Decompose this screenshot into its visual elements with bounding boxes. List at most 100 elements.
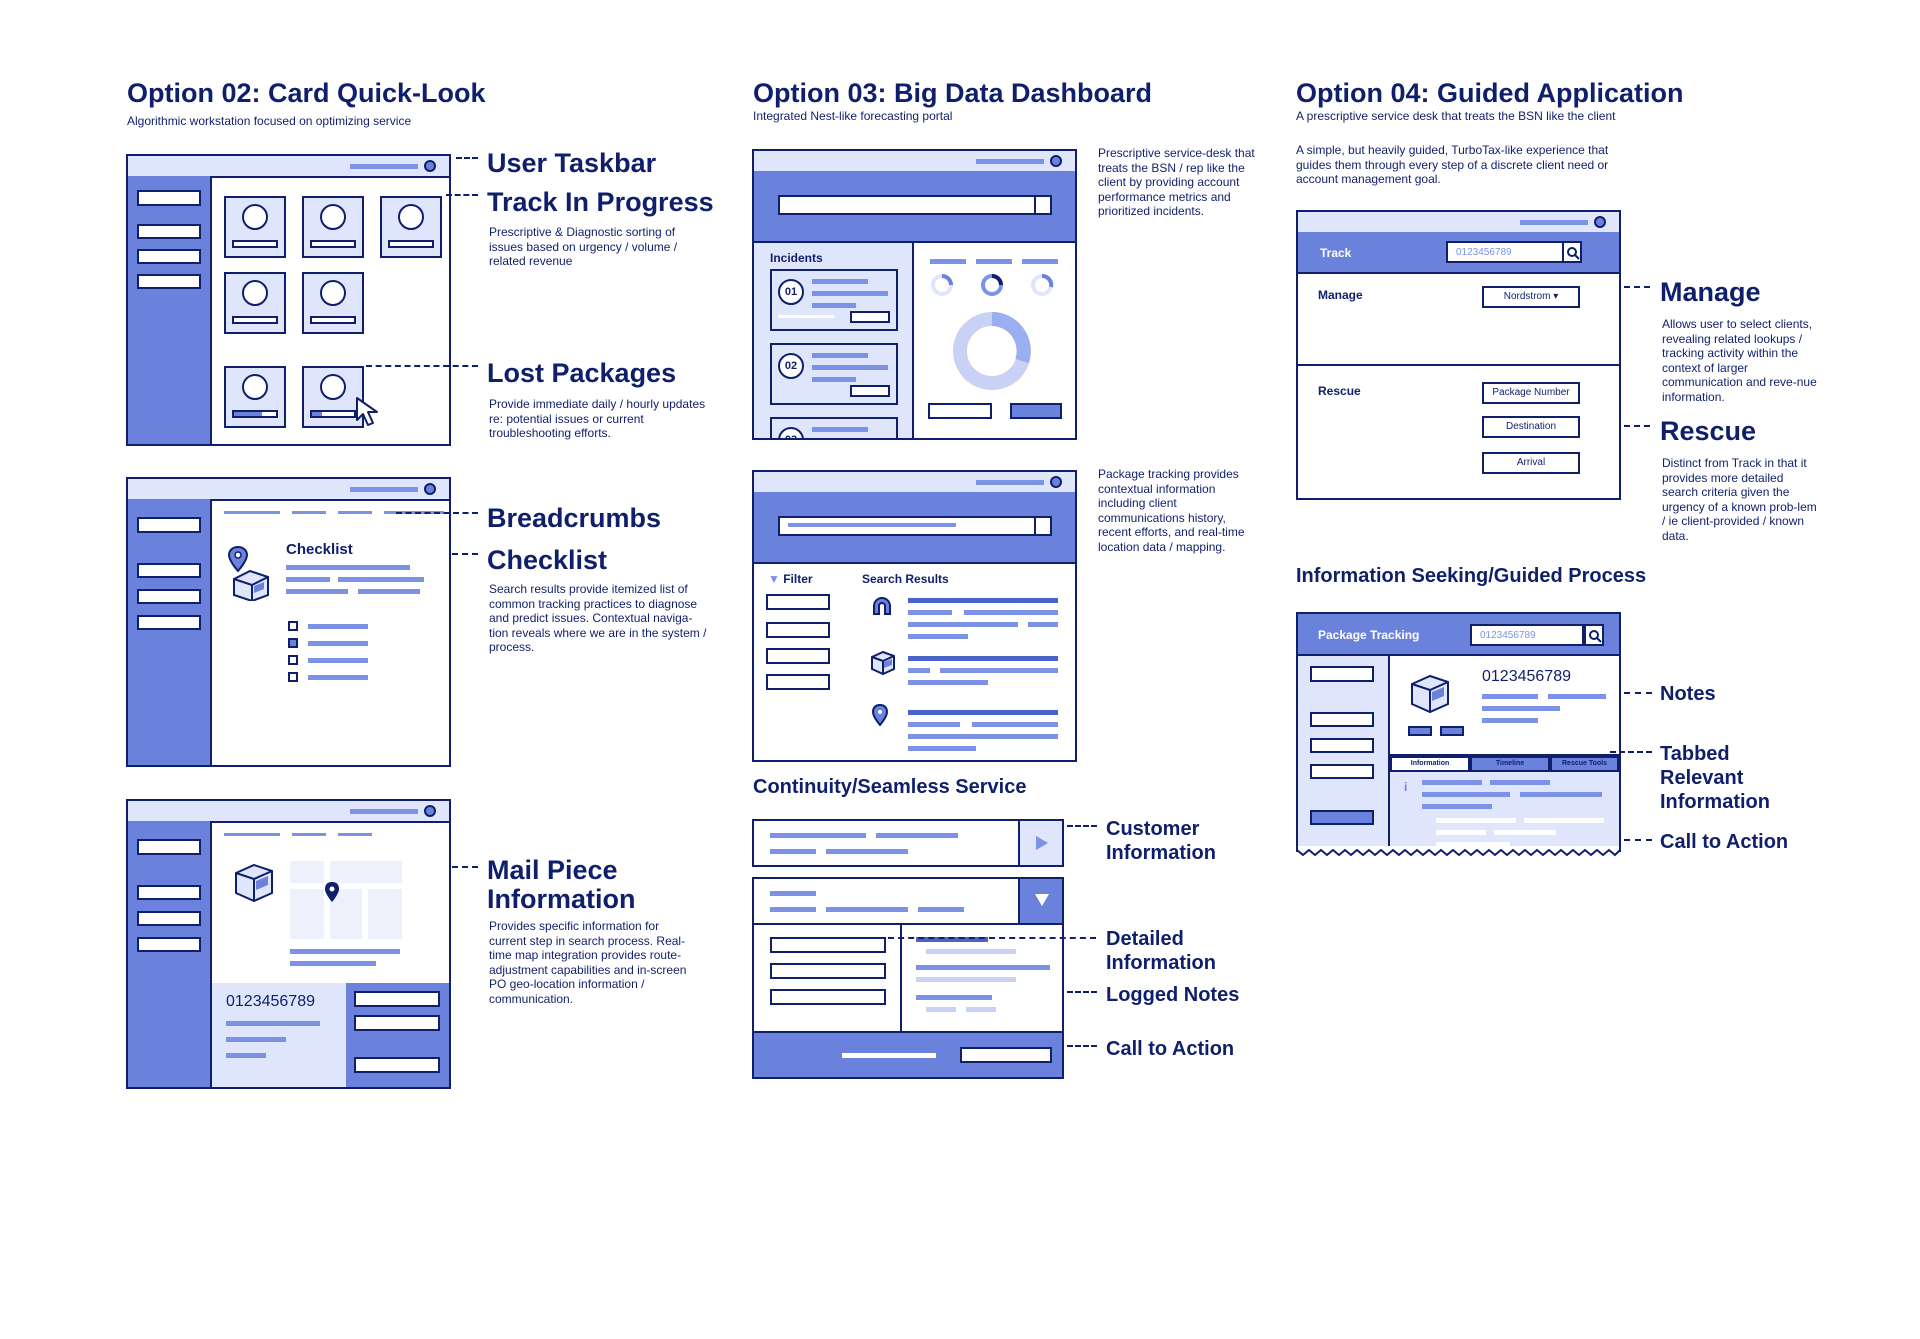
tabbed-info-label: Tabbed Relevant Information (1660, 742, 1770, 814)
connector (396, 512, 478, 514)
route-map[interactable] (290, 861, 402, 939)
package-number-button[interactable]: Package Number (1482, 382, 1580, 404)
incidents-panel: Incidents 01 02 03 (754, 243, 914, 438)
checklist-checkbox[interactable] (288, 638, 298, 648)
sidebar-item[interactable] (1310, 738, 1374, 753)
user-avatar-icon[interactable] (424, 483, 436, 495)
checklist-wireframe: Checklist (126, 477, 451, 767)
tab-rescue-tools[interactable]: Rescue Tools (1550, 756, 1619, 772)
play-icon (1036, 836, 1048, 850)
dashboard-wireframe: Incidents 01 02 03 (752, 149, 1077, 440)
checklist-checkbox[interactable] (288, 621, 298, 631)
dashboard-primary-button[interactable] (1010, 403, 1062, 419)
filter-field[interactable] (766, 594, 830, 610)
incident-card[interactable]: 01 (770, 269, 898, 331)
triangle-down-icon (1035, 894, 1049, 906)
search-button[interactable] (1562, 241, 1582, 263)
option03-desc1: Prescriptive service-desk that treats th… (1098, 146, 1255, 218)
manage-section: Manage Nordstrom ▾ (1298, 274, 1619, 366)
sidebar-item[interactable] (137, 589, 201, 604)
connector (1624, 839, 1652, 841)
tracking-number: 0123456789 (226, 993, 315, 1010)
user-taskbar (128, 479, 449, 501)
package-tracking-bar: Package Tracking 0123456789 (1298, 614, 1619, 656)
expand-button[interactable] (1018, 821, 1062, 865)
rescue-annotation: Rescue (1660, 416, 1757, 446)
arrival-button[interactable]: Arrival (1482, 452, 1580, 474)
checklist-checkbox[interactable] (288, 655, 298, 665)
filter-field[interactable] (766, 622, 830, 638)
sidebar-toggle[interactable] (137, 517, 201, 533)
package-location-icon (228, 545, 269, 601)
sidebar-toggle[interactable] (137, 190, 201, 206)
breadcrumbs-label: Breadcrumbs (487, 503, 662, 533)
lost-package-card[interactable] (224, 366, 286, 428)
track-card[interactable] (380, 196, 442, 258)
collapse-button[interactable] (1018, 879, 1062, 923)
dashboard-button[interactable] (928, 403, 992, 419)
tag-badge[interactable] (1440, 726, 1464, 736)
sidebar-item[interactable] (1310, 764, 1374, 779)
sidebar-item[interactable] (137, 937, 201, 952)
action-button[interactable] (354, 1057, 440, 1073)
incidents-heading: Incidents (770, 251, 823, 265)
guided-heading: Information Seeking/Guided Process (1296, 565, 1647, 587)
sidebar-item[interactable] (137, 615, 201, 630)
call-to-action-button[interactable] (960, 1047, 1052, 1063)
track-search-input[interactable]: 0123456789 (1446, 241, 1574, 263)
package-search-input[interactable]: 0123456789 (1470, 624, 1584, 646)
user-avatar-icon[interactable] (424, 805, 436, 817)
sidebar (1298, 656, 1390, 852)
checklist-desc: Search results provide itemized list of … (489, 582, 707, 654)
sidebar-item[interactable] (137, 274, 201, 289)
user-avatar-icon[interactable] (1594, 216, 1606, 228)
sidebar-item[interactable] (137, 885, 201, 900)
user-avatar-icon[interactable] (1050, 155, 1062, 167)
mail-piece-wireframe: 0123456789 (126, 799, 451, 1089)
incident-card[interactable]: 02 (770, 343, 898, 405)
track-card[interactable] (302, 272, 364, 334)
cursor-icon (356, 397, 378, 426)
sidebar-item[interactable] (137, 563, 201, 578)
incident-action[interactable] (850, 311, 890, 323)
filter-field[interactable] (766, 648, 830, 664)
user-avatar-icon[interactable] (1050, 476, 1062, 488)
incident-card[interactable]: 03 (770, 417, 898, 438)
track-card[interactable] (224, 272, 286, 334)
track-card[interactable] (224, 196, 286, 258)
track-card[interactable] (302, 196, 364, 258)
map-pin-icon[interactable] (324, 881, 340, 903)
sidebar (128, 176, 212, 444)
search-icon (1567, 247, 1580, 260)
sidebar-toggle[interactable] (137, 839, 201, 855)
option02-title: Option 02: Card Quick-Look (127, 78, 486, 108)
destination-button[interactable]: Destination (1482, 416, 1580, 438)
sidebar-item-active[interactable] (1310, 810, 1374, 825)
sidebar-toggle[interactable] (1310, 666, 1374, 682)
detail-field[interactable] (770, 963, 886, 979)
tab-timeline[interactable]: Timeline (1470, 756, 1550, 772)
detail-field[interactable] (770, 989, 886, 1005)
search-icon (1589, 630, 1602, 643)
action-field[interactable] (354, 991, 440, 1007)
search-button[interactable] (1584, 624, 1604, 646)
incident-action[interactable] (850, 385, 890, 397)
client-select[interactable]: Nordstrom ▾ (1482, 286, 1580, 308)
detail-field[interactable] (770, 937, 886, 953)
sidebar-item[interactable] (137, 911, 201, 926)
action-field[interactable] (354, 1015, 440, 1031)
user-avatar-icon[interactable] (424, 160, 436, 172)
search-input[interactable] (778, 195, 1052, 215)
tab-information[interactable]: Information (1390, 756, 1470, 772)
user-taskbar (754, 151, 1075, 173)
sidebar-item[interactable] (137, 224, 201, 239)
search-results-wireframe: ▼ Filter Search Results (752, 470, 1077, 762)
checklist-checkbox[interactable] (288, 672, 298, 682)
search-input[interactable] (778, 516, 1052, 536)
location-pin-icon (872, 704, 888, 726)
filter-field[interactable] (766, 674, 830, 690)
sidebar-item[interactable] (1310, 712, 1374, 727)
package-tracking-wireframe: Package Tracking 0123456789 0123456789 I… (1296, 612, 1621, 852)
sidebar-item[interactable] (137, 249, 201, 264)
tag-badge[interactable] (1408, 726, 1432, 736)
